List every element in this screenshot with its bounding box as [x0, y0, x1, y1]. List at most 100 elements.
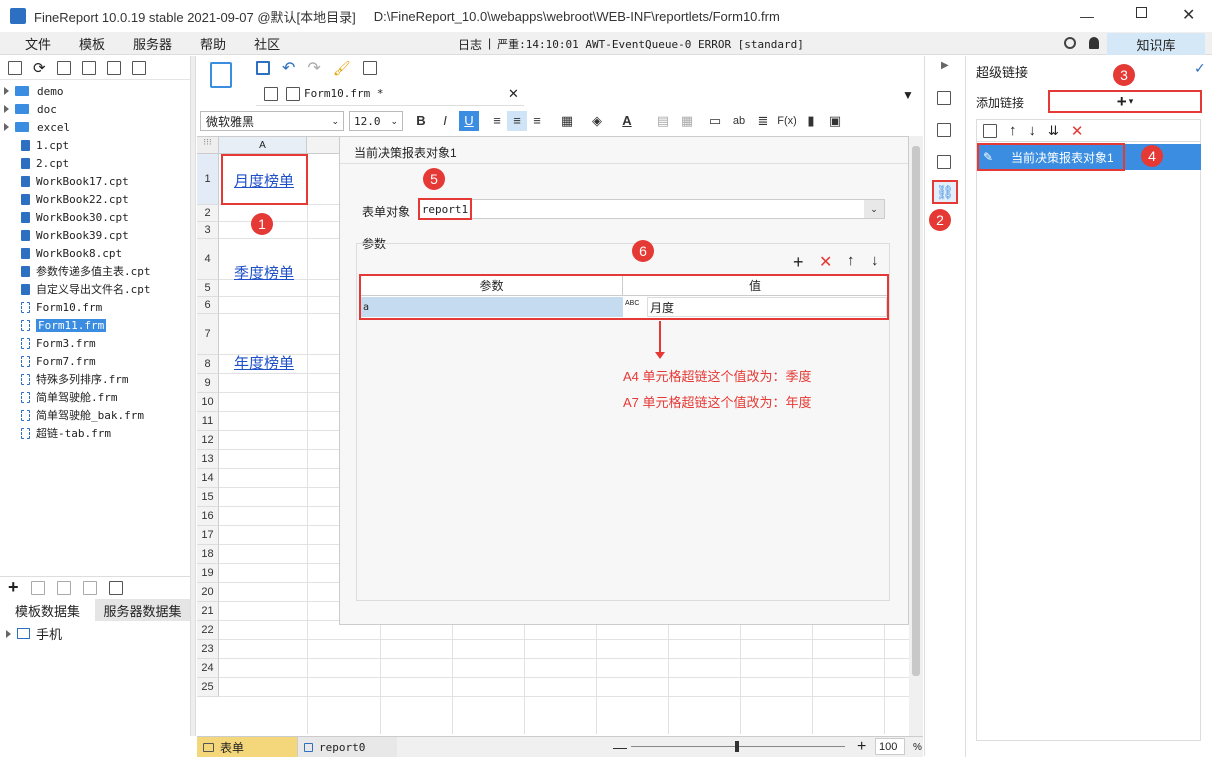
form-icon[interactable] [210, 62, 232, 88]
bell-icon[interactable] [1089, 37, 1099, 49]
file-tree-item[interactable]: Form11.frm [4, 316, 188, 334]
row-header[interactable]: 1 [197, 154, 219, 205]
column-header-a[interactable]: A [219, 137, 307, 154]
row-header[interactable]: 10 [197, 393, 219, 412]
bold-button[interactable]: B [411, 111, 431, 131]
preview-dataset-icon[interactable] [82, 580, 97, 595]
row-header[interactable]: 16 [197, 507, 219, 526]
row-header[interactable]: 12 [197, 431, 219, 450]
cell-a1-link[interactable]: 月度榜单 [234, 170, 294, 191]
file-tree-item[interactable]: excel [4, 118, 188, 136]
file-tree-item[interactable]: Form3.frm [4, 334, 188, 352]
delete-param-icon[interactable]: ✕ [819, 252, 832, 272]
zoom-in-button[interactable]: + [857, 738, 866, 756]
settings-icon[interactable] [81, 60, 96, 75]
file-tree-item[interactable]: 自定义导出文件名.cpt [4, 280, 188, 298]
formula-button[interactable]: F(x) [777, 111, 797, 131]
paragraph-button[interactable]: ≣ [753, 111, 773, 131]
row-header[interactable]: 4 [197, 239, 219, 280]
sheet-tab-report[interactable]: report0 [297, 737, 397, 757]
file-tree-item[interactable]: Form7.frm [4, 352, 188, 370]
delete-icon[interactable] [106, 60, 121, 75]
select-all-corner[interactable]: ⁝⁝⁝ [197, 137, 219, 154]
row-header[interactable]: 20 [197, 583, 219, 602]
expand-icon[interactable]: ▼ [902, 88, 914, 102]
param-value-cell[interactable]: 月度 [647, 297, 887, 317]
file-tree-item[interactable]: Form10.frm [4, 298, 188, 316]
add-link-dropdown[interactable]: + ▾ [1048, 90, 1202, 113]
row-header[interactable]: 9 [197, 374, 219, 393]
text-box-icon[interactable] [362, 61, 377, 75]
file-tree-item[interactable]: doc [4, 100, 188, 118]
move-down-icon[interactable]: ↓ [871, 252, 879, 269]
maximize-button[interactable] [1136, 7, 1147, 18]
minimize-button[interactable]: — [1080, 8, 1094, 24]
expand-arrow-icon[interactable] [4, 123, 9, 131]
close-tab-icon[interactable]: ✕ [508, 86, 519, 102]
zoom-input[interactable]: 100 [875, 738, 905, 755]
file-tree-item[interactable]: WorkBook17.cpt [4, 172, 188, 190]
delete-dataset-icon[interactable] [56, 580, 71, 595]
align-right-button[interactable]: ≡ [527, 111, 547, 131]
menu-server[interactable]: 服务器 [133, 34, 172, 53]
condition-attributes-icon[interactable] [937, 155, 951, 169]
chart-button[interactable]: ▮ [801, 111, 821, 131]
row-header[interactable]: 5 [197, 280, 219, 297]
row-header[interactable]: 11 [197, 412, 219, 431]
file-tree-item[interactable]: 简单驾驶舱_bak.frm [4, 406, 188, 424]
row-header[interactable]: 8 [197, 355, 219, 374]
file-tree-item[interactable]: demo [4, 82, 188, 100]
menu-help[interactable]: 帮助 [200, 34, 226, 53]
italic-button[interactable]: I [435, 111, 455, 131]
collapse-panel-icon[interactable]: ▶ [941, 60, 949, 71]
file-tree-item[interactable]: 简单驾驶舱.frm [4, 388, 188, 406]
open-icon[interactable] [56, 60, 71, 75]
param-name-cell[interactable]: a [361, 297, 623, 317]
row-header[interactable]: 7 [197, 314, 219, 355]
zoom-slider[interactable] [631, 741, 845, 752]
menu-file[interactable]: 文件 [25, 34, 51, 53]
align-center-button[interactable]: ≡ [507, 111, 527, 131]
zoom-out-button[interactable]: — [613, 739, 627, 755]
row-header[interactable]: 3 [197, 222, 219, 239]
move-up-link-icon[interactable]: ↑ [1009, 122, 1017, 139]
row-header[interactable]: 14 [197, 469, 219, 488]
row-header[interactable]: 23 [197, 640, 219, 659]
edit-dataset-icon[interactable] [30, 580, 45, 595]
add-dataset-icon[interactable]: + [8, 577, 19, 598]
expand-arrow-icon[interactable] [4, 105, 9, 113]
row-header[interactable]: 2 [197, 205, 219, 222]
expand-arrow-icon[interactable] [4, 87, 9, 95]
row-header[interactable]: 19 [197, 564, 219, 583]
row-header[interactable]: 18 [197, 545, 219, 564]
add-param-icon[interactable]: + [793, 252, 804, 273]
apply-check-icon[interactable]: ✓ [1194, 60, 1206, 77]
format-painter-icon[interactable]: 🖌 [333, 60, 351, 77]
align-left-button[interactable]: ≡ [487, 111, 507, 131]
row-header[interactable]: 24 [197, 659, 219, 678]
border-button[interactable]: ▦ [557, 111, 577, 131]
file-tree-item[interactable]: 超链-tab.frm [4, 424, 188, 442]
dataset-item[interactable]: 手机 [6, 624, 62, 643]
refresh-icon[interactable]: ⟳ [33, 59, 46, 77]
menu-community[interactable]: 社区 [254, 34, 280, 53]
file-tree-item[interactable]: WorkBook8.cpt [4, 244, 188, 262]
form-object-dropdown-icon[interactable]: ⌄ [864, 200, 884, 218]
dataset-settings-icon[interactable] [108, 580, 123, 595]
grid-icon[interactable] [264, 86, 278, 101]
file-tree-item[interactable]: WorkBook22.cpt [4, 190, 188, 208]
widget-settings-icon[interactable] [937, 91, 951, 105]
cell-a4-link[interactable]: 季度榜单 [234, 262, 294, 283]
left-splitter[interactable] [190, 56, 196, 736]
move-down-link-icon[interactable]: ↓ [1029, 122, 1037, 139]
font-color-button[interactable]: A [617, 111, 637, 131]
tab-template-dataset[interactable]: 模板数据集 [0, 599, 95, 621]
row-header[interactable]: 15 [197, 488, 219, 507]
delete-link-icon[interactable]: ✕ [1071, 122, 1084, 140]
row-header[interactable]: 6 [197, 297, 219, 314]
log-label[interactable]: 日志 [458, 36, 482, 53]
file-tree-item[interactable]: WorkBook30.cpt [4, 208, 188, 226]
new-icon[interactable] [8, 60, 22, 75]
copy-link-icon[interactable] [983, 123, 997, 138]
param-type-icon[interactable]: ABC [625, 297, 645, 317]
